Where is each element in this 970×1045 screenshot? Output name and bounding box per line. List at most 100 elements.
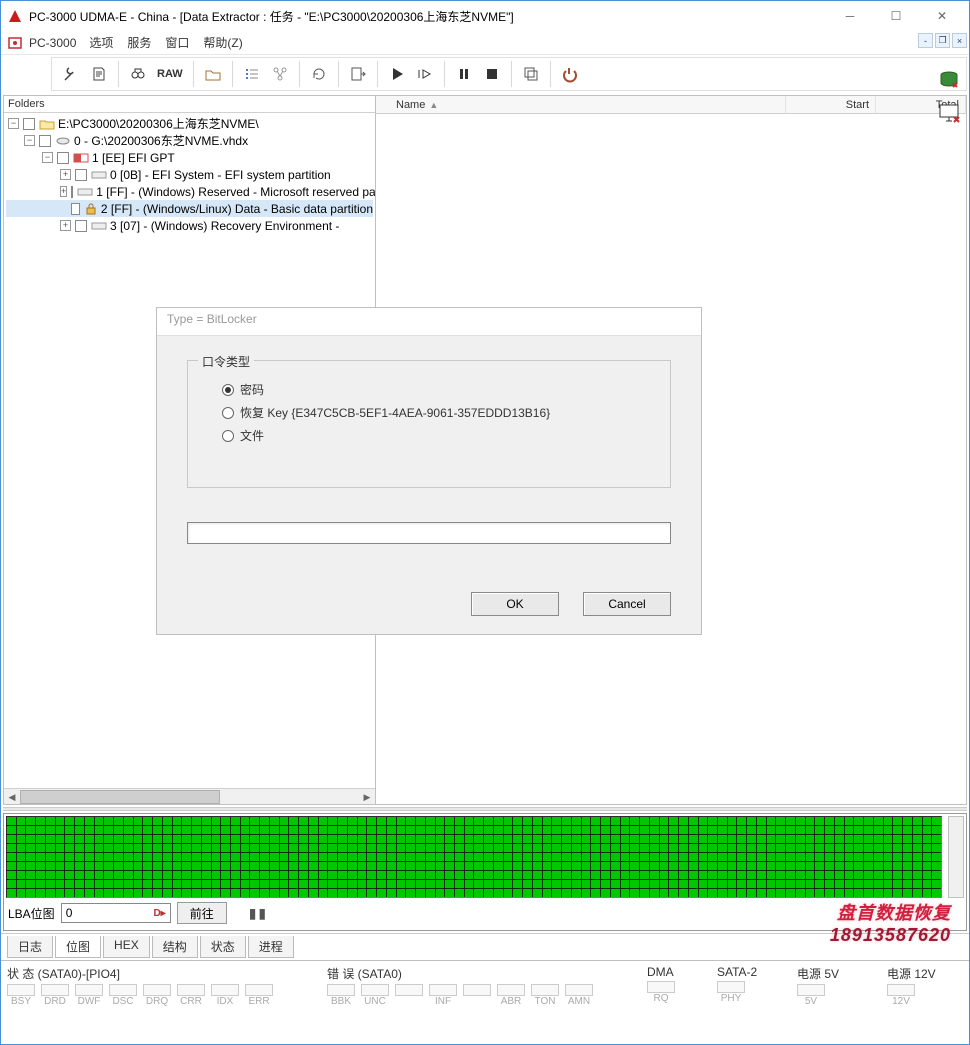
col-start[interactable]: Start (786, 96, 876, 113)
expand-icon[interactable]: − (24, 135, 35, 146)
stop-icon[interactable] (479, 61, 505, 87)
db-icon[interactable] (937, 69, 961, 93)
export-icon[interactable] (345, 61, 371, 87)
mdi-controls: - ❐ × (918, 33, 967, 48)
lba-input[interactable]: 0 D▸ (61, 903, 171, 923)
mdi-minimize[interactable]: - (918, 33, 933, 48)
radio-password[interactable]: 密码 (206, 381, 652, 398)
maximize-button[interactable]: ☐ (873, 2, 919, 30)
list-header: Name▲ Start Total (376, 96, 966, 114)
minimize-button[interactable]: ─ (827, 2, 873, 30)
radio-recovery-key[interactable]: 恢复 Key {E347C5CB-5EF1-4AEA-9061-357EDDD1… (206, 404, 652, 421)
menu-options[interactable]: 选项 (82, 32, 120, 53)
tab-bitmap[interactable]: 位图 (55, 936, 101, 958)
menubar: PC-3000 选项 服务 窗口 帮助(Z) - ❐ × (1, 31, 969, 55)
tree-node[interactable]: + 1 [FF] - (Windows) Reserved - Microsof… (6, 183, 373, 200)
led-box (211, 984, 239, 996)
tools-icon[interactable] (58, 61, 84, 87)
pause-icon[interactable] (451, 61, 477, 87)
led-box (497, 984, 525, 996)
exit-icon[interactable] (557, 61, 583, 87)
drive-icon (91, 169, 107, 181)
drive-icon (77, 186, 93, 198)
copy-icon[interactable] (518, 61, 544, 87)
scroll-right-icon[interactable]: ▶ (359, 789, 375, 805)
tab-process[interactable]: 进程 (248, 936, 294, 958)
radio-icon[interactable] (222, 407, 234, 419)
horizontal-splitter[interactable] (3, 807, 967, 811)
monitor-icon[interactable] (937, 101, 961, 125)
tree-node[interactable]: − 1 [EE] EFI GPT (6, 149, 373, 166)
tree-checkbox[interactable] (71, 186, 73, 198)
close-button[interactable]: ✕ (919, 2, 965, 30)
binoculars-icon[interactable] (125, 61, 151, 87)
folder-open-icon[interactable] (200, 61, 226, 87)
disk-icon (55, 135, 71, 147)
tree-root[interactable]: − E:\PC3000\20200306上海东芝NVME\ (6, 115, 373, 132)
expand-icon[interactable]: − (42, 152, 53, 163)
col-name[interactable]: Name▲ (390, 96, 786, 113)
script-icon[interactable] (86, 61, 112, 87)
radio-icon[interactable] (222, 430, 234, 442)
expand-icon[interactable]: + (60, 169, 71, 180)
led-box (75, 984, 103, 996)
mdi-restore[interactable]: ❐ (935, 33, 950, 48)
bitmap-scrollbar[interactable] (948, 816, 964, 898)
menu-help[interactable]: 帮助(Z) (196, 32, 249, 53)
raw-button[interactable]: RAW (153, 61, 187, 87)
tab-struct[interactable]: 结构 (152, 936, 198, 958)
window-title: PC-3000 UDMA-E - China - [Data Extractor… (29, 8, 827, 25)
ok-button[interactable]: OK (471, 592, 559, 616)
tree-checkbox[interactable] (57, 152, 69, 164)
radio-file[interactable]: 文件 (206, 427, 652, 444)
goto-marker-icon[interactable]: D▸ (153, 908, 165, 919)
menu-service[interactable]: 服务 (120, 32, 158, 53)
error-title: 错 误 (SATA0) (327, 965, 627, 982)
list-icon[interactable] (239, 61, 265, 87)
play-icon[interactable] (384, 61, 410, 87)
password-input[interactable] (187, 522, 671, 544)
lock-icon (84, 203, 98, 215)
app-icon-small (7, 35, 23, 51)
play-region-icon[interactable] (412, 61, 438, 87)
led-box (429, 984, 457, 996)
radio-icon[interactable] (222, 384, 234, 396)
tree-checkbox[interactable] (75, 220, 87, 232)
titlebar: PC-3000 UDMA-E - China - [Data Extractor… (1, 1, 969, 31)
led-box (177, 984, 205, 996)
tree-checkbox[interactable] (23, 118, 35, 130)
h-scrollbar[interactable]: ◀ ▶ (4, 788, 375, 804)
tree-node[interactable]: − 0 - G:\20200306东芝NVME.vhdx (6, 132, 373, 149)
led-dma (647, 981, 675, 993)
pause-indicator-icon: ▮▮ (249, 905, 268, 922)
tree-node[interactable]: + 0 [0B] - EFI System - EFI system parti… (6, 166, 373, 183)
expand-icon[interactable]: + (60, 220, 71, 231)
led-5v (797, 984, 825, 996)
goto-button[interactable]: 前往 (177, 902, 227, 924)
cancel-button[interactable]: Cancel (583, 592, 671, 616)
mdi-close[interactable]: × (952, 33, 967, 48)
scroll-thumb[interactable] (20, 790, 220, 804)
expand-icon[interactable]: + (60, 186, 67, 197)
menu-window[interactable]: 窗口 (158, 32, 196, 53)
led-box (361, 984, 389, 996)
led-12v (887, 984, 915, 996)
expand-icon[interactable]: − (8, 118, 19, 129)
state-title: 状 态 (SATA0)-[PIO4] (7, 965, 307, 982)
tree-checkbox[interactable] (39, 135, 51, 147)
lba-bitmap[interactable] (6, 816, 942, 898)
led-box (7, 984, 35, 996)
tree-checkbox[interactable] (71, 203, 80, 215)
tree-checkbox[interactable] (75, 169, 87, 181)
tab-status[interactable]: 状态 (200, 936, 246, 958)
tree-node-selected[interactable]: 2 [FF] - (Windows/Linux) Data - Basic da… (6, 200, 373, 217)
tab-log[interactable]: 日志 (7, 936, 53, 958)
scroll-left-icon[interactable]: ◀ (4, 789, 20, 805)
app-icon (7, 8, 23, 24)
refresh-icon[interactable] (306, 61, 332, 87)
tree-node[interactable]: + 3 [07] - (Windows) Recovery Environmen… (6, 217, 373, 234)
flow-icon[interactable] (267, 61, 293, 87)
status-bar: 状 态 (SATA0)-[PIO4] BSYDRDDWFDSCDRQCRRIDX… (1, 960, 969, 1009)
tab-hex[interactable]: HEX (103, 936, 150, 958)
dialog-title: Type = BitLocker (157, 308, 701, 336)
